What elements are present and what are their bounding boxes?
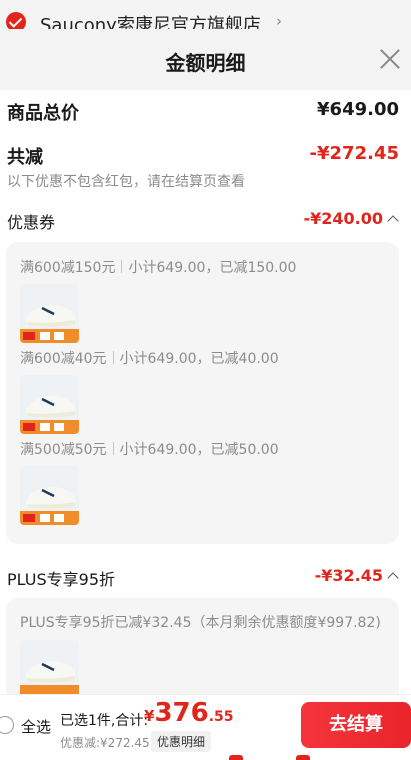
goods-total-label: 商品总价 — [7, 103, 79, 124]
close-icon[interactable] — [377, 46, 403, 72]
sneaker-image — [20, 466, 79, 525]
plus-label: PLUS专享95折 — [7, 570, 115, 589]
coupon-item: 满600减40元 小计649.00，已减40.00 — [20, 348, 279, 368]
sneaker-image — [20, 375, 79, 434]
product-thumbnail[interactable] — [20, 640, 79, 699]
product-thumbnail[interactable] — [20, 375, 79, 434]
discount-detail-button[interactable]: 优惠明细 — [151, 731, 212, 752]
coupon-subtotal: 小计649.00，已减40.00 — [119, 351, 279, 367]
plus-detail: PLUS专享95折已减¥32.45（本月剩余优惠额度¥997.82) — [20, 615, 381, 631]
checkout-button[interactable]: 去结算 — [301, 702, 411, 748]
sneaker-image — [20, 284, 79, 343]
chevron-up-icon[interactable] — [387, 215, 399, 227]
coupon-value: -¥240.00 — [303, 209, 383, 228]
total-reduction-label: 共减 — [7, 147, 43, 168]
checkout-bar: 全选 已选1件,合计: ¥376.55 优惠减:¥272.45 优惠明细 去结算 — [0, 694, 411, 760]
sheet-title: 金额明细 — [165, 51, 246, 75]
coupon-rule: 满600减40元 — [20, 351, 107, 367]
coupon-subtotal: 小计649.00，已减50.00 — [119, 442, 279, 458]
sneaker-image — [20, 640, 79, 699]
nav-indicator-icon — [296, 755, 310, 760]
nav-indicator-icon — [229, 755, 243, 760]
goods-total-value: ¥649.00 — [317, 99, 399, 120]
chevron-right-icon: › — [276, 12, 282, 30]
coupon-item: 满600减150元 小计649.00，已减150.00 — [20, 257, 296, 277]
divider — [121, 260, 123, 273]
total-reduction-value: -¥272.45 — [309, 143, 399, 164]
total-price: ¥376.55 — [144, 698, 234, 728]
coupon-rule: 满500减50元 — [20, 442, 107, 458]
total-integer: 376 — [154, 698, 209, 728]
sheet-header: 金额明细 — [0, 29, 411, 90]
product-thumbnail[interactable] — [20, 466, 79, 525]
discount-amount: 优惠减:¥272.45 — [60, 736, 150, 750]
divider — [112, 442, 114, 455]
plus-value: -¥32.45 — [314, 566, 383, 585]
coupon-subtotal: 小计649.00，已减150.00 — [128, 260, 297, 276]
coupon-rule: 满600减150元 — [20, 260, 116, 276]
divider — [112, 351, 114, 364]
select-all-label[interactable]: 全选 — [21, 716, 51, 737]
total-currency: ¥ — [144, 707, 155, 725]
coupon-item: 满500减50元 小计649.00，已减50.00 — [20, 439, 279, 459]
chevron-up-icon[interactable] — [387, 572, 399, 584]
selected-summary: 已选1件,合计: — [60, 713, 149, 729]
product-thumbnail[interactable] — [20, 284, 79, 343]
total-decimal: .55 — [208, 709, 234, 725]
select-all-radio[interactable] — [0, 716, 14, 734]
reduction-note: 以下优惠不包含红包，请在结算页查看 — [7, 174, 245, 190]
coupon-label: 优惠券 — [7, 213, 56, 232]
amount-detail-sheet: 金额明细 商品总价 ¥649.00 共减 -¥272.45 以下优惠不包含红包，… — [0, 29, 411, 760]
coupon-detail-card: 满600减150元 小计649.00，已减150.00 满600减40元 小计649… — [6, 242, 399, 544]
